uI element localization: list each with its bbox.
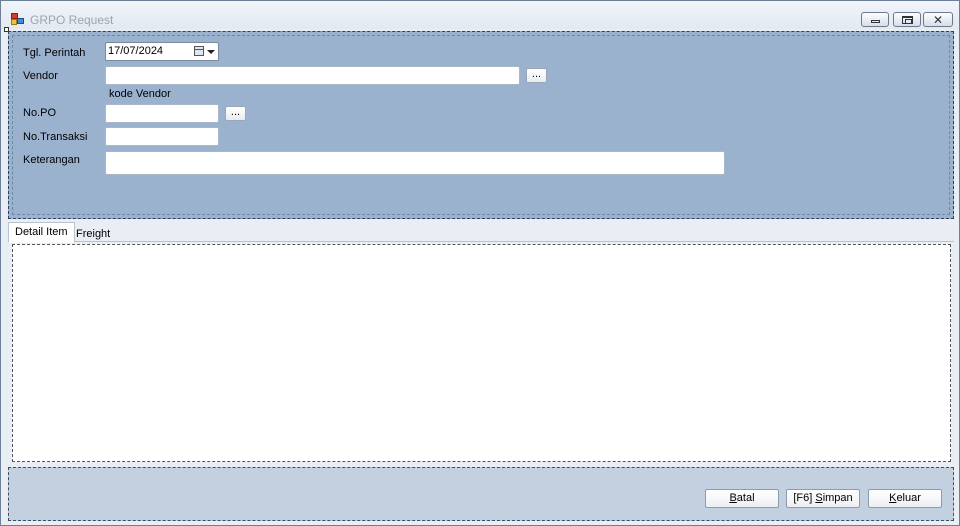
- app-icon: [11, 13, 25, 25]
- header-form-inner: [12, 35, 950, 215]
- tab-strip: Detail Item Freight: [8, 222, 954, 245]
- grpo-request-window: GRPO Request ✕ Tgl. Perintah 17/07/2024 …: [0, 0, 960, 526]
- no-po-lookup-button[interactable]: ...: [225, 106, 246, 121]
- title-bar[interactable]: GRPO Request ✕: [1, 1, 959, 29]
- no-transaksi-label: No.Transaksi: [23, 131, 88, 143]
- maximize-button[interactable]: [893, 12, 921, 27]
- minimize-button[interactable]: [861, 12, 889, 27]
- tgl-perintah-datepicker[interactable]: 17/07/2024: [105, 42, 219, 61]
- close-icon: ✕: [932, 12, 944, 27]
- keluar-button[interactable]: Keluar: [868, 489, 942, 508]
- header-form-panel: Tgl. Perintah 17/07/2024 Vendor ... kode…: [8, 31, 954, 219]
- batal-rest: atal: [736, 492, 755, 504]
- no-po-label: No.PO: [23, 107, 57, 119]
- detail-item-grid[interactable]: [12, 244, 951, 462]
- kode-vendor-label: kode Vendor: [109, 88, 171, 100]
- keluar-rest: eluar: [896, 492, 921, 504]
- vendor-label: Vendor: [23, 70, 58, 82]
- chevron-down-icon[interactable]: [207, 50, 215, 54]
- minimize-icon: [870, 20, 880, 23]
- calendar-icon[interactable]: [194, 46, 204, 56]
- no-po-input[interactable]: [105, 104, 219, 123]
- tab-freight[interactable]: Freight: [70, 225, 116, 245]
- close-button[interactable]: ✕: [923, 12, 953, 27]
- tab-detail-item[interactable]: Detail Item: [8, 222, 75, 243]
- vendor-input[interactable]: [105, 66, 520, 85]
- simpan-button[interactable]: [F6] Simpan: [786, 489, 860, 508]
- tgl-perintah-label: Tgl. Perintah: [23, 47, 86, 59]
- simpan-rest: impan: [822, 492, 853, 504]
- no-transaksi-input[interactable]: [105, 127, 219, 146]
- restore-icon: [901, 15, 913, 24]
- batal-button[interactable]: Batal: [705, 489, 779, 508]
- simpan-prefix: [F6]: [793, 492, 816, 504]
- window-title: GRPO Request: [30, 13, 114, 27]
- tgl-perintah-value: 17/07/2024: [108, 45, 164, 57]
- simpan-accel: S: [815, 492, 823, 504]
- keterangan-input[interactable]: [105, 151, 725, 175]
- keterangan-label: Keterangan: [23, 154, 80, 166]
- batal-accel: B: [729, 492, 737, 504]
- vendor-lookup-button[interactable]: ...: [526, 68, 547, 83]
